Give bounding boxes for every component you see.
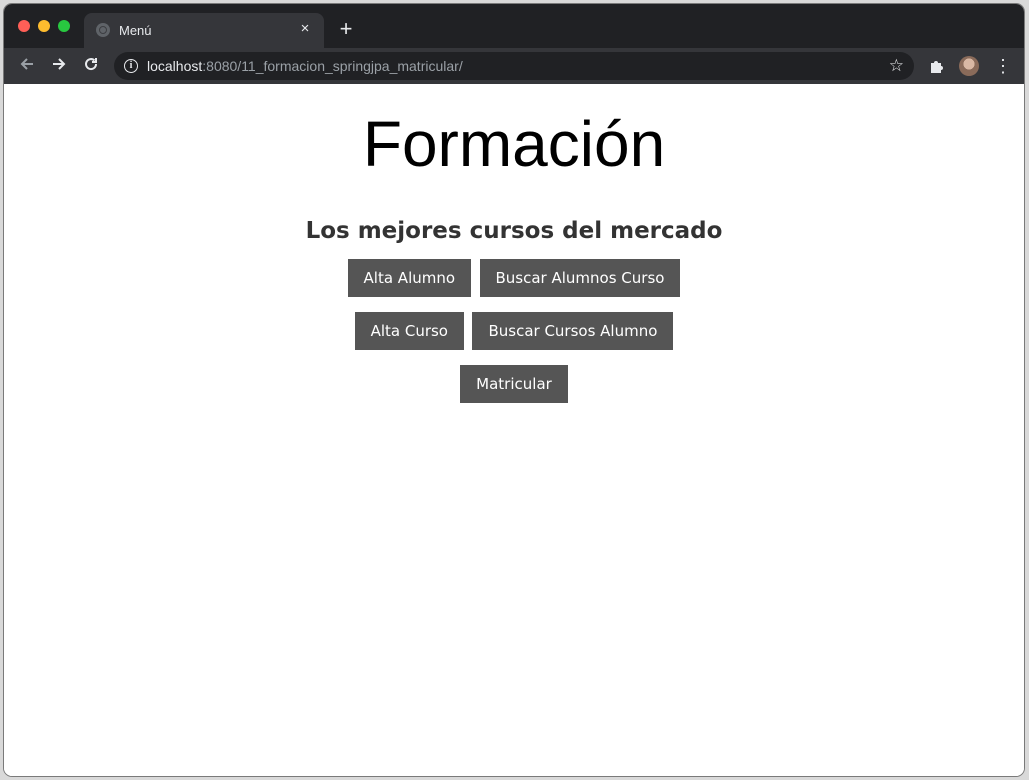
button-row: Alta Curso Buscar Cursos Alumno (4, 312, 1024, 350)
new-tab-icon[interactable]: + (336, 18, 356, 40)
alta-alumno-button[interactable]: Alta Alumno (347, 259, 472, 297)
avatar[interactable] (959, 56, 979, 76)
maximize-window-button[interactable] (58, 20, 70, 32)
minimize-window-button[interactable] (38, 20, 50, 32)
address-bar[interactable]: i localhost:8080/11_formacion_springjpa_… (114, 52, 914, 80)
info-icon[interactable]: i (124, 59, 138, 73)
url-text[interactable]: localhost:8080/11_formacion_springjpa_ma… (147, 58, 463, 74)
menu-icon[interactable]: ⋮ (994, 56, 1012, 76)
close-tab-icon[interactable]: × (296, 20, 314, 38)
page-subtitle: Los mejores cursos del mercado (305, 218, 723, 244)
alta-curso-button[interactable]: Alta Curso (354, 312, 464, 350)
page-title: Formación (362, 108, 666, 180)
tab-title: Menú (119, 23, 152, 38)
browser-titlebar: Menú × + (4, 4, 1024, 48)
button-row: Alta Alumno Buscar Alumnos Curso (4, 259, 1024, 297)
reload-icon[interactable] (80, 55, 102, 77)
close-window-button[interactable] (18, 20, 30, 32)
back-icon[interactable] (16, 55, 38, 77)
browser-toolbar: i localhost:8080/11_formacion_springjpa_… (4, 48, 1024, 84)
url-host: localhost (147, 58, 203, 74)
page-content: Formación Los mejores cursos del mercado… (4, 84, 1024, 776)
browser-tab[interactable]: Menú × (84, 13, 324, 48)
forward-icon[interactable] (48, 55, 70, 77)
browser-window: Menú × + i localhost:8080/11_formacion_s… (4, 4, 1024, 776)
button-row: Matricular (4, 365, 1024, 403)
matricular-button[interactable]: Matricular (460, 365, 568, 403)
extensions-icon[interactable] (928, 58, 944, 74)
buscar-cursos-alumno-button[interactable]: Buscar Cursos Alumno (472, 312, 674, 350)
globe-icon (96, 23, 110, 37)
url-path: :8080/11_formacion_springjpa_matricular/ (202, 58, 463, 74)
star-icon[interactable]: ☆ (889, 56, 904, 76)
buscar-alumnos-curso-button[interactable]: Buscar Alumnos Curso (479, 259, 681, 297)
